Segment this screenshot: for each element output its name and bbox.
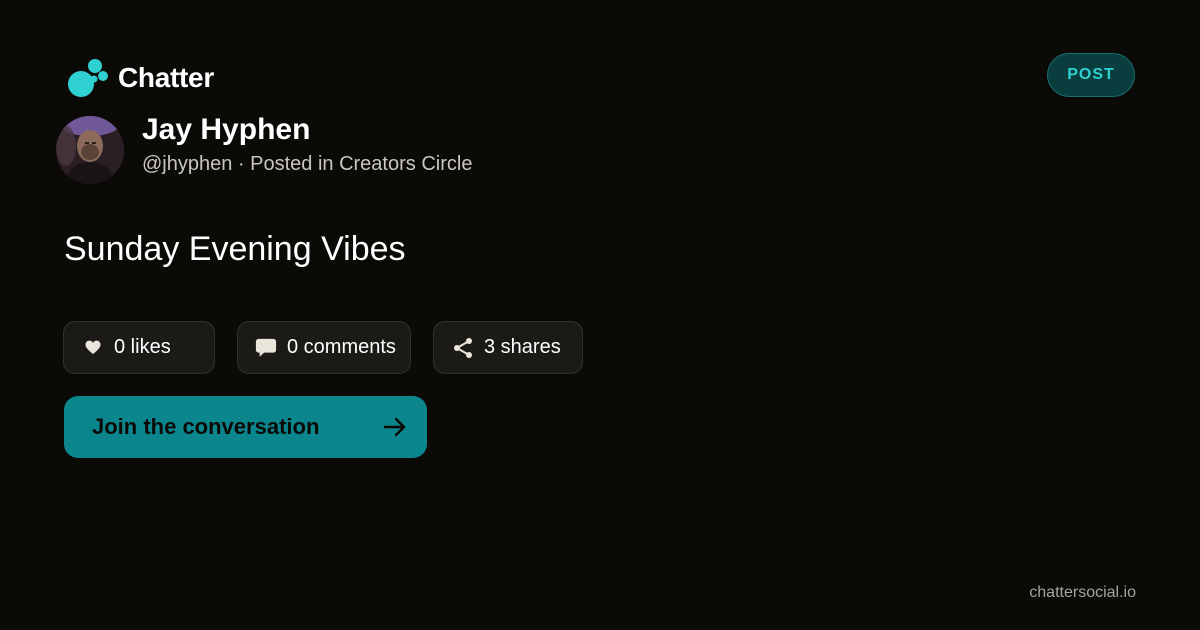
bubbles-logo-icon [68, 59, 108, 97]
user-avatar [56, 116, 124, 184]
author-name[interactable]: Jay Hyphen [142, 113, 310, 147]
join-conversation-button[interactable]: Join the conversation [64, 396, 427, 458]
join-conversation-label: Join the conversation [92, 414, 320, 439]
post-badge: POST [1047, 53, 1135, 97]
likes-label: 0 likes [114, 336, 171, 358]
shares-stat[interactable]: 3 shares [433, 321, 583, 374]
likes-stat[interactable]: 0 likes [63, 321, 215, 374]
comments-stat[interactable]: 0 comments [237, 321, 411, 374]
post-title: Sunday Evening Vibes [64, 230, 406, 268]
avatar[interactable] [56, 116, 124, 184]
author-meta: @jhyphen · Posted in Creators Circle [142, 153, 473, 175]
speech-bubble-icon [255, 337, 277, 359]
brand-name: Chatter [118, 62, 214, 93]
share-icon [452, 337, 474, 359]
brand[interactable]: Chatter [68, 58, 214, 98]
comments-label: 0 comments [287, 336, 396, 358]
shares-label: 3 shares [484, 336, 561, 358]
arrow-right-icon [383, 416, 407, 438]
footer-domain[interactable]: chattersocial.io [1029, 584, 1136, 602]
heart-icon [82, 337, 104, 359]
